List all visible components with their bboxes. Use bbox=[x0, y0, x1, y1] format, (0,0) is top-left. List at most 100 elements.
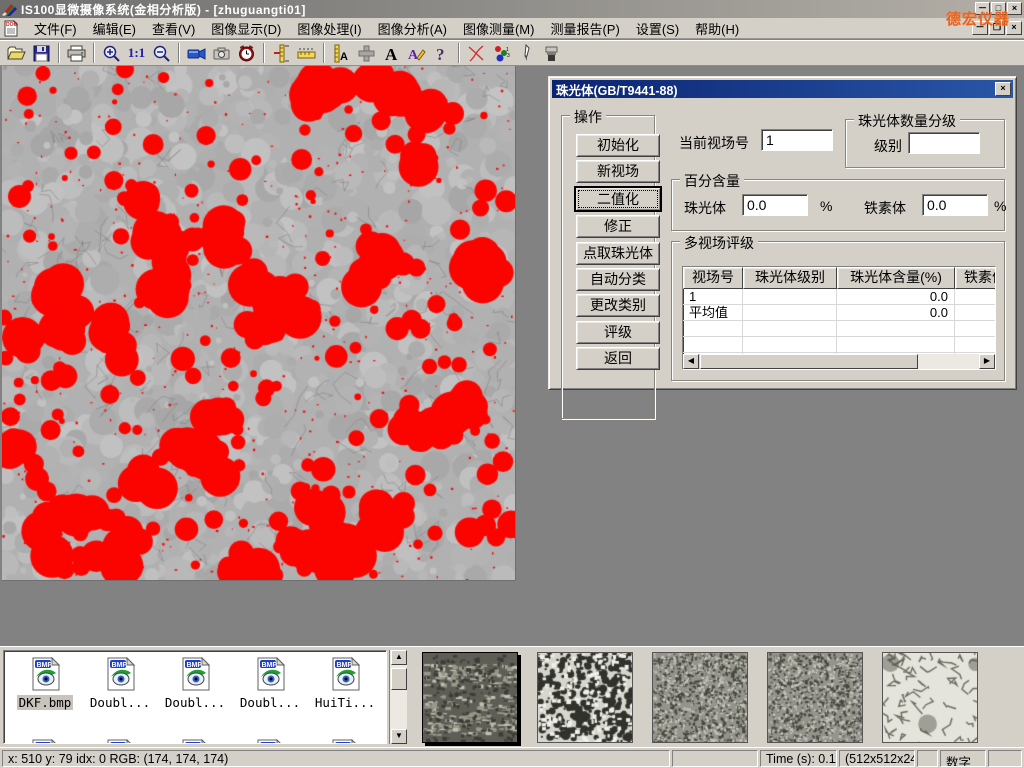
menu-item-8[interactable]: 设置(S) bbox=[628, 17, 687, 40]
thumbnail-3[interactable] bbox=[652, 652, 748, 743]
scroll-thumb[interactable] bbox=[391, 668, 407, 690]
file-name[interactable]: Doubl... bbox=[163, 695, 227, 710]
thumbnail-4[interactable] bbox=[767, 652, 863, 743]
table-row[interactable]: 平均值 0.0 bbox=[683, 305, 995, 321]
thumbnail-2[interactable] bbox=[537, 652, 633, 743]
menu-item-2[interactable]: 查看(V) bbox=[144, 17, 203, 40]
pixel-cross-icon[interactable] bbox=[354, 42, 379, 65]
ruler-icon[interactable] bbox=[294, 42, 319, 65]
dialog-button-1[interactable]: 新视场 bbox=[576, 160, 660, 183]
grade-group-label: 珠光体数量分级 bbox=[854, 111, 960, 131]
mdi-restore-button[interactable]: ❐ bbox=[989, 21, 1005, 35]
mdi-close-button[interactable]: × bbox=[1006, 21, 1022, 35]
table-row[interactable] bbox=[683, 337, 995, 353]
save-icon[interactable] bbox=[29, 42, 54, 65]
file-item-1[interactable]: BMPDoubl... bbox=[85, 657, 155, 710]
actual-size-icon[interactable]: 1:1 bbox=[124, 42, 149, 65]
video-camera-icon[interactable] bbox=[184, 42, 209, 65]
file-name[interactable]: HuiTi... bbox=[313, 695, 377, 710]
table-row[interactable] bbox=[683, 321, 995, 337]
file-item-partial[interactable]: BMP bbox=[85, 739, 155, 744]
table-cell bbox=[743, 289, 837, 305]
current-field-input[interactable] bbox=[761, 129, 833, 151]
percent-group: 百分含量 珠光体 % 铁素体 % bbox=[671, 179, 1005, 231]
file-name[interactable]: DKF.bmp bbox=[17, 695, 74, 710]
file-item-partial[interactable]: BMP bbox=[160, 739, 230, 744]
mdi-minimize-button[interactable]: － bbox=[972, 21, 988, 35]
zoom-in-icon[interactable] bbox=[99, 42, 124, 65]
count-marks-icon[interactable]: 13 bbox=[489, 42, 514, 65]
file-name[interactable]: Doubl... bbox=[238, 695, 302, 710]
thumbnail-5[interactable] bbox=[882, 652, 978, 743]
scroll-down-icon[interactable]: ▼ bbox=[391, 729, 407, 744]
maximize-button[interactable]: □ bbox=[991, 2, 1006, 15]
open-icon[interactable] bbox=[4, 42, 29, 65]
table-header-3[interactable]: 铁素体 bbox=[955, 267, 996, 289]
dialog-button-7[interactable]: 评级 bbox=[576, 321, 660, 344]
file-item-2[interactable]: BMPDoubl... bbox=[160, 657, 230, 710]
menu-item-0[interactable]: 文件(F) bbox=[26, 17, 85, 40]
timer-icon[interactable] bbox=[234, 42, 259, 65]
scroll-right-icon[interactable]: ▶ bbox=[979, 354, 995, 369]
window-title: IS100显微摄像系统(金相分析版) - [zhuguangti01] bbox=[21, 1, 306, 18]
zoom-out-icon[interactable] bbox=[149, 42, 174, 65]
dialog-button-4[interactable]: 点取珠光体 bbox=[576, 242, 660, 265]
scroll-up-icon[interactable]: ▲ bbox=[391, 650, 407, 665]
minimize-button[interactable]: － bbox=[975, 2, 990, 15]
scroll-left-icon[interactable]: ◀ bbox=[683, 354, 699, 369]
menu-item-4[interactable]: 图像处理(I) bbox=[289, 17, 369, 40]
toolbar-separator bbox=[263, 43, 265, 63]
dialog-button-0[interactable]: 初始化 bbox=[576, 134, 660, 157]
scroll-track[interactable] bbox=[918, 354, 979, 369]
menu-item-5[interactable]: 图像分析(A) bbox=[370, 17, 455, 40]
bmp-file-icon: BMP bbox=[103, 739, 137, 744]
brush-icon[interactable] bbox=[539, 42, 564, 65]
file-item-partial[interactable]: BMP bbox=[310, 739, 380, 744]
text-icon[interactable]: A bbox=[379, 42, 404, 65]
measure-text-icon[interactable]: A bbox=[329, 42, 354, 65]
curve-tool-icon[interactable] bbox=[464, 42, 489, 65]
specimen-image[interactable] bbox=[2, 66, 516, 581]
print-icon[interactable] bbox=[64, 42, 89, 65]
ferrite-percent-input[interactable] bbox=[922, 194, 988, 216]
file-item-partial[interactable]: BMP bbox=[235, 739, 305, 744]
pen-icon[interactable] bbox=[514, 42, 539, 65]
help-icon[interactable]: ? bbox=[429, 42, 454, 65]
file-item-partial[interactable]: BMP bbox=[10, 739, 80, 744]
capture-camera-icon[interactable] bbox=[209, 42, 234, 65]
caliper-icon[interactable] bbox=[269, 42, 294, 65]
table-header-2[interactable]: 珠光体含量(%) bbox=[837, 267, 955, 289]
file-name[interactable]: Doubl... bbox=[88, 695, 152, 710]
table-header-1[interactable]: 珠光体级别 bbox=[743, 267, 837, 289]
file-item-3[interactable]: BMPDoubl... bbox=[235, 657, 305, 710]
dialog-button-3[interactable]: 修正 bbox=[576, 215, 660, 238]
file-browser: BMPDKF.bmpBMPDoubl...BMPDoubl...BMPDoubl… bbox=[3, 650, 387, 744]
table-header-0[interactable]: 视场号 bbox=[683, 267, 743, 289]
table-cell: 平均值 bbox=[683, 305, 743, 321]
dialog-button-5[interactable]: 自动分类 bbox=[576, 268, 660, 291]
dialog-close-button[interactable]: × bbox=[995, 82, 1011, 96]
file-item-4[interactable]: BMPHuiTi... bbox=[310, 657, 380, 710]
dialog-title-bar[interactable]: 珠光体(GB/T9441-88) × bbox=[552, 80, 1013, 98]
dialog-button-6[interactable]: 更改类别 bbox=[576, 294, 660, 317]
pearlite-label: 珠光体 bbox=[684, 198, 726, 218]
grade-input[interactable] bbox=[908, 132, 980, 154]
dialog-button-2[interactable]: 二值化 bbox=[574, 186, 662, 212]
table-cell: 0.0 bbox=[837, 305, 955, 321]
menu-item-6[interactable]: 图像测量(M) bbox=[455, 17, 543, 40]
annotate-icon[interactable]: A bbox=[404, 42, 429, 65]
thumbnail-1[interactable] bbox=[422, 652, 518, 743]
table-cell bbox=[743, 305, 837, 321]
scroll-thumb[interactable] bbox=[700, 354, 918, 369]
file-vertical-scrollbar[interactable]: ▲ ▼ bbox=[389, 650, 407, 744]
dialog-button-8[interactable]: 返回 bbox=[576, 347, 660, 370]
close-button[interactable]: × bbox=[1007, 2, 1022, 15]
pearlite-percent-input[interactable] bbox=[742, 194, 808, 216]
file-item-0[interactable]: BMPDKF.bmp bbox=[10, 657, 80, 710]
menu-item-9[interactable]: 帮助(H) bbox=[687, 17, 747, 40]
menu-item-1[interactable]: 编辑(E) bbox=[85, 17, 144, 40]
table-horizontal-scrollbar[interactable]: ◀ ▶ bbox=[683, 354, 995, 369]
menu-item-7[interactable]: 测量报告(P) bbox=[542, 17, 627, 40]
menu-item-3[interactable]: 图像显示(D) bbox=[203, 17, 289, 40]
table-row[interactable]: 10.0 bbox=[683, 289, 995, 305]
